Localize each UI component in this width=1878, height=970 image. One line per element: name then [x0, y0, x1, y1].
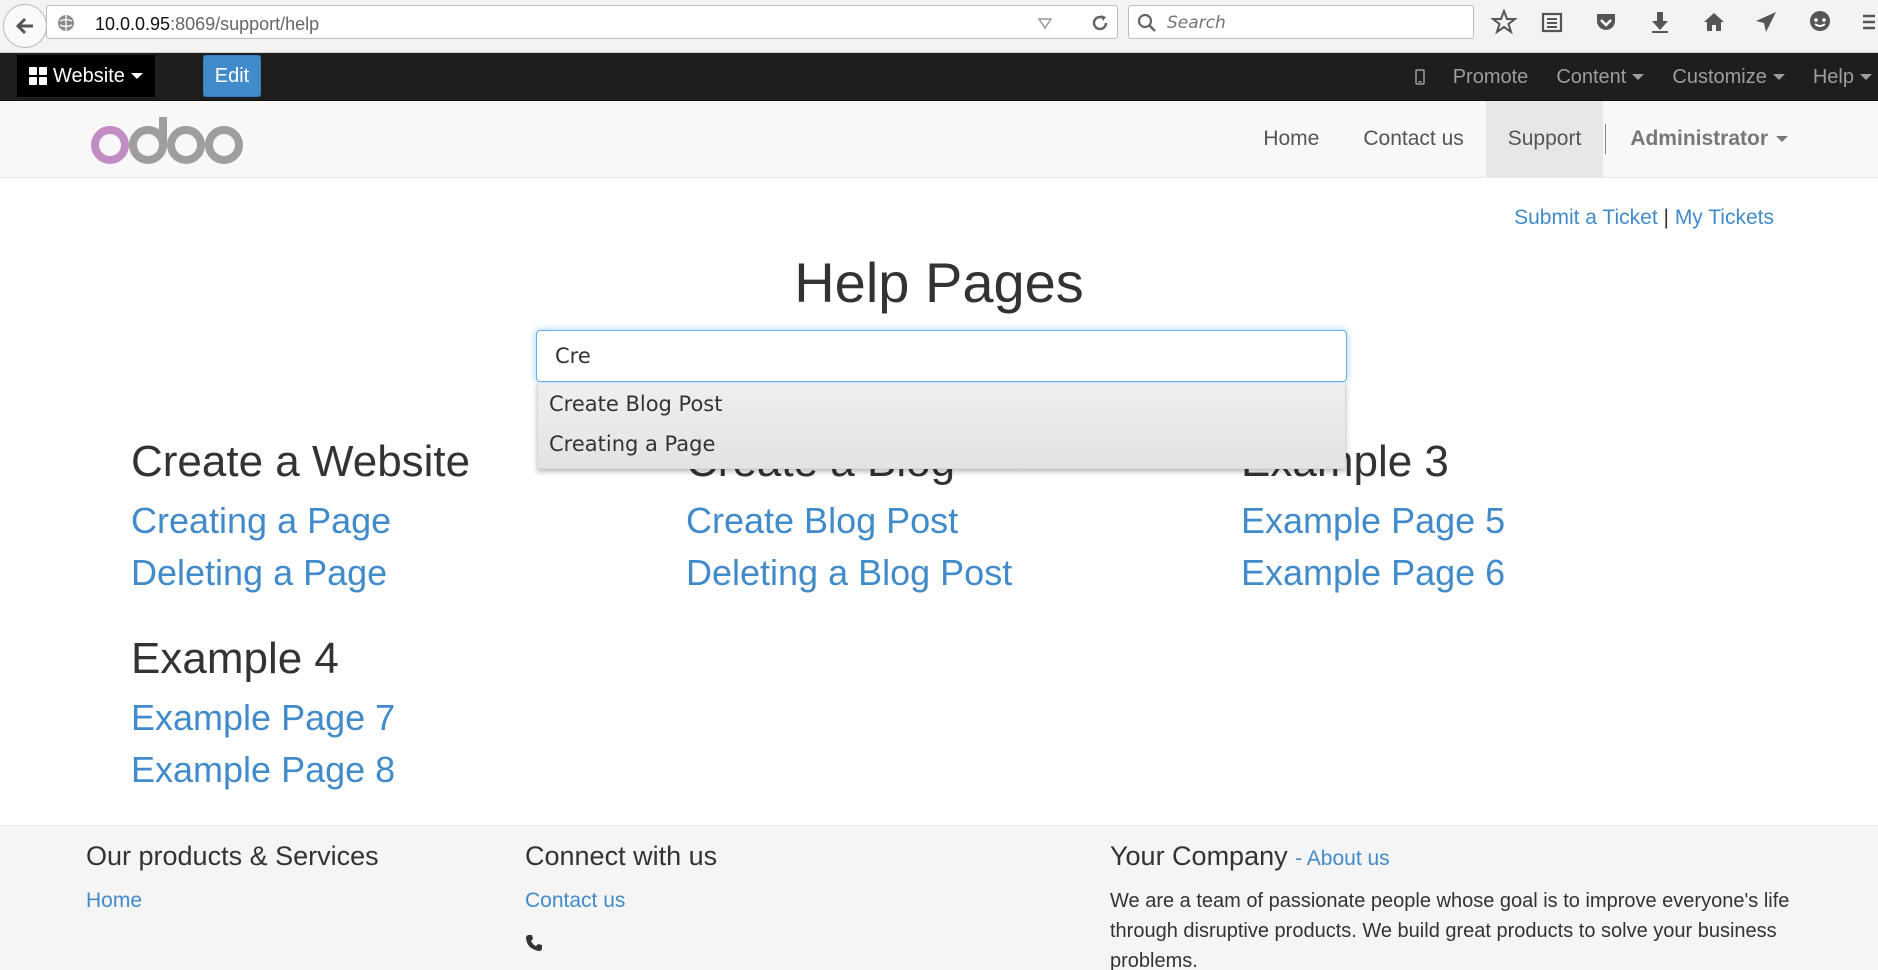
- odoo-logo[interactable]: [90, 115, 250, 165]
- content-label: Content: [1556, 65, 1627, 88]
- menu-icon[interactable]: [1858, 8, 1878, 36]
- footer-company-heading: Your Company - About us: [1110, 841, 1390, 872]
- home-icon[interactable]: [1700, 8, 1728, 36]
- url-text: 10.0.0.95:8069/support/help: [95, 14, 319, 35]
- nav-user-menu[interactable]: Administrator: [1608, 101, 1810, 177]
- suggestion-item[interactable]: Creating a Page: [549, 432, 715, 456]
- promote-label: Promote: [1452, 65, 1529, 88]
- footer-products-title: Our products & Services: [86, 841, 379, 871]
- ticket-links: Submit a Ticket | My Tickets: [1514, 206, 1774, 230]
- nav-contact-us[interactable]: Contact us: [1341, 101, 1485, 177]
- page-title: Help Pages: [794, 251, 1084, 314]
- help-page-link[interactable]: Example Page 8: [131, 752, 395, 788]
- browser-search-box[interactable]: [1128, 5, 1474, 39]
- mobile-preview-button[interactable]: [1401, 69, 1439, 85]
- help-page-link[interactable]: Example Page 7: [131, 700, 395, 736]
- url-host: 10.0.0.95: [95, 14, 171, 34]
- content-menu[interactable]: Content: [1542, 66, 1658, 89]
- url-path: :8069/support/help: [170, 14, 320, 34]
- autocomplete-dropdown: Create Blog Post Creating a Page: [537, 383, 1346, 469]
- help-page-link[interactable]: Creating a Page: [131, 503, 470, 539]
- nav-divider: [1605, 124, 1607, 154]
- url-bar[interactable]: 10.0.0.95:8069/support/help: [46, 5, 1118, 39]
- help-label: Help: [1812, 65, 1854, 88]
- site-navbar: Home Contact us Support Administrator: [0, 101, 1878, 178]
- bookmark-star-icon[interactable]: [1490, 8, 1518, 36]
- reload-icon[interactable]: [1089, 12, 1111, 34]
- chat-icon[interactable]: [1806, 8, 1834, 36]
- site-footer: Our products & Services Home Connect wit…: [0, 825, 1878, 970]
- help-menu[interactable]: Help: [1799, 66, 1878, 89]
- footer-company-title: Your Company: [1110, 841, 1288, 871]
- website-menu-button[interactable]: Website: [17, 55, 155, 97]
- admin-bar: Website Edit Promote Content Customize H…: [0, 53, 1878, 101]
- footer-home-link[interactable]: Home: [86, 889, 142, 913]
- nav-home[interactable]: Home: [1241, 101, 1341, 177]
- edit-button[interactable]: Edit: [203, 55, 261, 97]
- about-us-link[interactable]: - About us: [1295, 847, 1390, 870]
- suggestion-item[interactable]: Create Blog Post: [549, 392, 723, 416]
- submit-ticket-link[interactable]: Submit a Ticket: [1514, 206, 1658, 229]
- promote-menu[interactable]: Promote: [1439, 66, 1543, 89]
- search-icon: [1137, 13, 1156, 32]
- customize-label: Customize: [1672, 65, 1767, 88]
- category-section: Create a Website Creating a Page Deletin…: [131, 440, 470, 591]
- mobile-icon: [1414, 69, 1425, 85]
- caret-down-icon: [130, 73, 143, 79]
- apps-grid-icon: [29, 67, 47, 85]
- caret-down-icon: [1860, 74, 1872, 80]
- help-page-link[interactable]: Create Blog Post: [686, 503, 1012, 539]
- user-name: Administrator: [1630, 127, 1768, 150]
- category-title: Create a Website: [131, 437, 471, 486]
- link-separator: |: [1663, 206, 1669, 229]
- back-arrow-icon: [15, 17, 33, 35]
- reading-list-icon[interactable]: [1538, 8, 1566, 36]
- help-search-input[interactable]: [536, 330, 1347, 382]
- footer-company-text: We are a team of passionate people whose…: [1110, 890, 1790, 970]
- my-tickets-link[interactable]: My Tickets: [1675, 206, 1774, 229]
- website-menu-label: Website: [53, 64, 125, 87]
- footer-contact-link[interactable]: Contact us: [525, 889, 625, 913]
- pocket-icon[interactable]: [1592, 8, 1620, 36]
- globe-icon: [58, 15, 74, 31]
- caret-down-icon: [1632, 74, 1645, 80]
- back-button[interactable]: [3, 4, 47, 48]
- download-icon[interactable]: [1646, 8, 1674, 36]
- footer-connect-title: Connect with us: [525, 841, 718, 871]
- browser-toolbar: 10.0.0.95:8069/support/help: [0, 0, 1878, 53]
- help-page-link[interactable]: Deleting a Page: [131, 555, 470, 591]
- phone-icon: [526, 935, 542, 951]
- help-page-link[interactable]: Deleting a Blog Post: [686, 555, 1012, 591]
- help-page-link[interactable]: Example Page 6: [1241, 555, 1505, 591]
- category-title: Example 4: [131, 634, 339, 683]
- category-section: Example 4 Example Page 7 Example Page 8: [131, 637, 395, 788]
- nav-support[interactable]: Support: [1485, 101, 1604, 177]
- customize-menu[interactable]: Customize: [1658, 66, 1798, 89]
- caret-down-icon: [1772, 74, 1785, 80]
- caret-down-icon: [1776, 136, 1788, 142]
- send-icon[interactable]: [1752, 8, 1780, 36]
- browser-search-input[interactable]: [1167, 13, 1457, 33]
- help-page-link[interactable]: Example Page 5: [1241, 503, 1505, 539]
- dropdown-arrow-icon[interactable]: [1037, 16, 1053, 30]
